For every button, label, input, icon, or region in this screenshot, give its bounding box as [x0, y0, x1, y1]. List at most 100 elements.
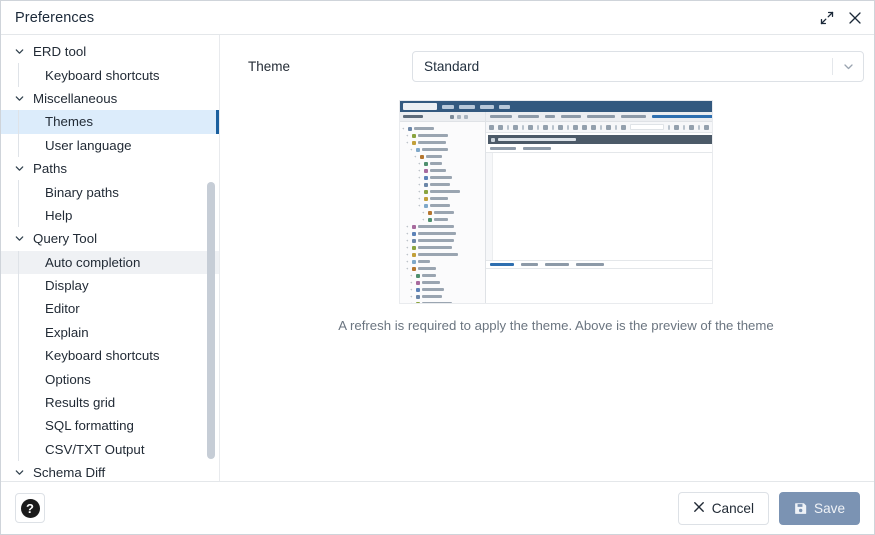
sidebar-item-editor[interactable]: Editor	[1, 297, 219, 320]
sidebar-item-auto-completion[interactable]: Auto completion	[1, 251, 219, 274]
sidebar-item-schema-diff[interactable]: Schema Diff	[1, 461, 219, 481]
preview-tree-label	[430, 162, 442, 165]
sidebar-item-themes[interactable]: Themes	[1, 110, 219, 133]
chevron-down-icon[interactable]	[11, 163, 27, 174]
preview-toolbar-input	[630, 124, 664, 130]
cancel-button[interactable]: Cancel	[678, 492, 769, 525]
sidebar-item-miscellaneous[interactable]: Miscellaneous	[1, 87, 219, 110]
preview-tree-icon	[428, 211, 432, 215]
sidebar-item-keyboard-shortcuts[interactable]: Keyboard shortcuts	[1, 63, 219, 86]
sidebar-item-explain[interactable]: Explain	[1, 321, 219, 344]
theme-select[interactable]: Standard	[412, 51, 864, 82]
preview-tree-icon	[416, 295, 420, 299]
preview-menu-tools	[480, 105, 494, 109]
sidebar-item-label: Help	[27, 208, 72, 223]
help-button[interactable]: ?	[15, 493, 45, 523]
preview-tree-icon	[416, 281, 420, 285]
tree-indent-guide	[11, 180, 27, 203]
sidebar-item-help[interactable]: Help	[1, 204, 219, 227]
sidebar-item-erd-tool[interactable]: ERD tool	[1, 40, 219, 63]
preview-toolbar-icon	[558, 125, 563, 130]
preview-toolbar-icon	[513, 125, 518, 130]
preview-tree-expander: +	[406, 260, 410, 264]
preview-toolbar-icon	[621, 125, 626, 130]
expand-arrows-icon[interactable]	[814, 5, 840, 31]
close-icon[interactable]	[842, 5, 868, 31]
preview-tree-node: +	[402, 146, 485, 153]
sidebar-item-query-tool[interactable]: Query Tool	[1, 227, 219, 250]
preview-toolbar-icon	[573, 125, 578, 130]
preview-browser-label	[403, 115, 423, 118]
sidebar-item-display[interactable]: Display	[1, 274, 219, 297]
floppy-disk-icon	[794, 502, 807, 515]
preview-tree-expander: +	[418, 197, 422, 201]
preview-tree-node: +	[402, 251, 485, 258]
preview-tree-label	[430, 169, 446, 172]
preview-tree-expander: +	[410, 274, 414, 278]
preview-toolbar-icon	[674, 125, 679, 130]
chevron-down-icon[interactable]	[11, 46, 27, 57]
sidebar-item-label: Options	[27, 372, 91, 387]
preview-menubar	[400, 101, 712, 112]
preview-tree-expander: +	[406, 141, 410, 145]
preview-toolbar-caret-icon	[507, 125, 509, 130]
sidebar-item-label: Keyboard shortcuts	[27, 348, 160, 363]
preview-tree-node: +	[402, 153, 485, 160]
sidebar-item-csv-txt-output[interactable]: CSV/TXT Output	[1, 438, 219, 461]
tree-indent-guide	[11, 321, 27, 344]
chevron-down-icon[interactable]	[11, 233, 27, 244]
preview-tree-expander: +	[418, 169, 422, 173]
preview-tree-expander: +	[414, 155, 418, 159]
sidebar-item-label: Query Tool	[27, 231, 97, 246]
preview-tree-icon	[412, 225, 416, 229]
chevron-down-icon[interactable]	[11, 93, 27, 104]
preview-connection-label	[498, 138, 576, 141]
sidebar-scrollbar-track[interactable]	[207, 35, 215, 481]
sidebar-item-paths[interactable]: Paths	[1, 157, 219, 180]
sidebar-item-keyboard-shortcuts[interactable]: Keyboard shortcuts	[1, 344, 219, 367]
preview-toolbar-caret-icon	[615, 125, 617, 130]
preview-connection-icon	[491, 138, 495, 142]
tree-indent-guide	[11, 204, 27, 227]
sidebar-scrollbar-thumb[interactable]	[207, 182, 215, 459]
sidebar-item-label: Paths	[27, 161, 67, 176]
sidebar-item-label: CSV/TXT Output	[27, 442, 145, 457]
preview-tab-dependencies	[587, 115, 615, 118]
preview-tree-expander: +	[406, 239, 410, 243]
sidebar-item-label: Editor	[27, 301, 80, 316]
preview-tree-icon	[424, 190, 428, 194]
preview-toolbar-icon	[606, 125, 611, 130]
preview-output-tab-explain	[521, 263, 538, 266]
chevron-down-icon[interactable]	[11, 467, 27, 478]
sidebar-item-label: User language	[27, 138, 132, 153]
sidebar-item-sql-formatting[interactable]: SQL formatting	[1, 414, 219, 437]
preview-browser-btn-3	[464, 115, 468, 119]
sidebar-item-user-language[interactable]: User language	[1, 134, 219, 157]
preview-tree-label	[418, 225, 454, 228]
preview-tree-label	[430, 183, 450, 186]
preview-main: +++++++++++++++++++++++++++++++++	[400, 122, 712, 304]
preview-tree-icon	[412, 141, 416, 145]
sidebar-item-options[interactable]: Options	[1, 367, 219, 390]
preview-tab-dashboard	[490, 115, 512, 118]
preview-tree-expander: +	[410, 288, 414, 292]
preview-tree-icon	[420, 155, 424, 159]
save-button-label: Save	[814, 501, 845, 516]
theme-preview-screenshot: +++++++++++++++++++++++++++++++++	[399, 100, 713, 304]
save-button[interactable]: Save	[779, 492, 860, 525]
preview-tree-icon	[424, 162, 428, 166]
preview-tree-label	[418, 134, 448, 137]
preview-tree-label	[430, 204, 450, 207]
preview-tab-properties	[518, 115, 539, 118]
preview-tree-icon	[424, 183, 428, 187]
chevron-down-icon[interactable]	[833, 60, 863, 73]
preview-tree-icon	[412, 239, 416, 243]
sidebar-item-results-grid[interactable]: Results grid	[1, 391, 219, 414]
preview-output-tab-messages	[545, 263, 569, 266]
sidebar-item-binary-paths[interactable]: Binary paths	[1, 180, 219, 203]
preview-query-toolbar	[486, 122, 713, 133]
preview-tree-icon	[412, 267, 416, 271]
preferences-main-panel: Theme Standard	[220, 35, 874, 481]
preview-browser-tree: +++++++++++++++++++++++++++++++++	[400, 122, 486, 304]
preview-app-logo	[403, 103, 437, 110]
